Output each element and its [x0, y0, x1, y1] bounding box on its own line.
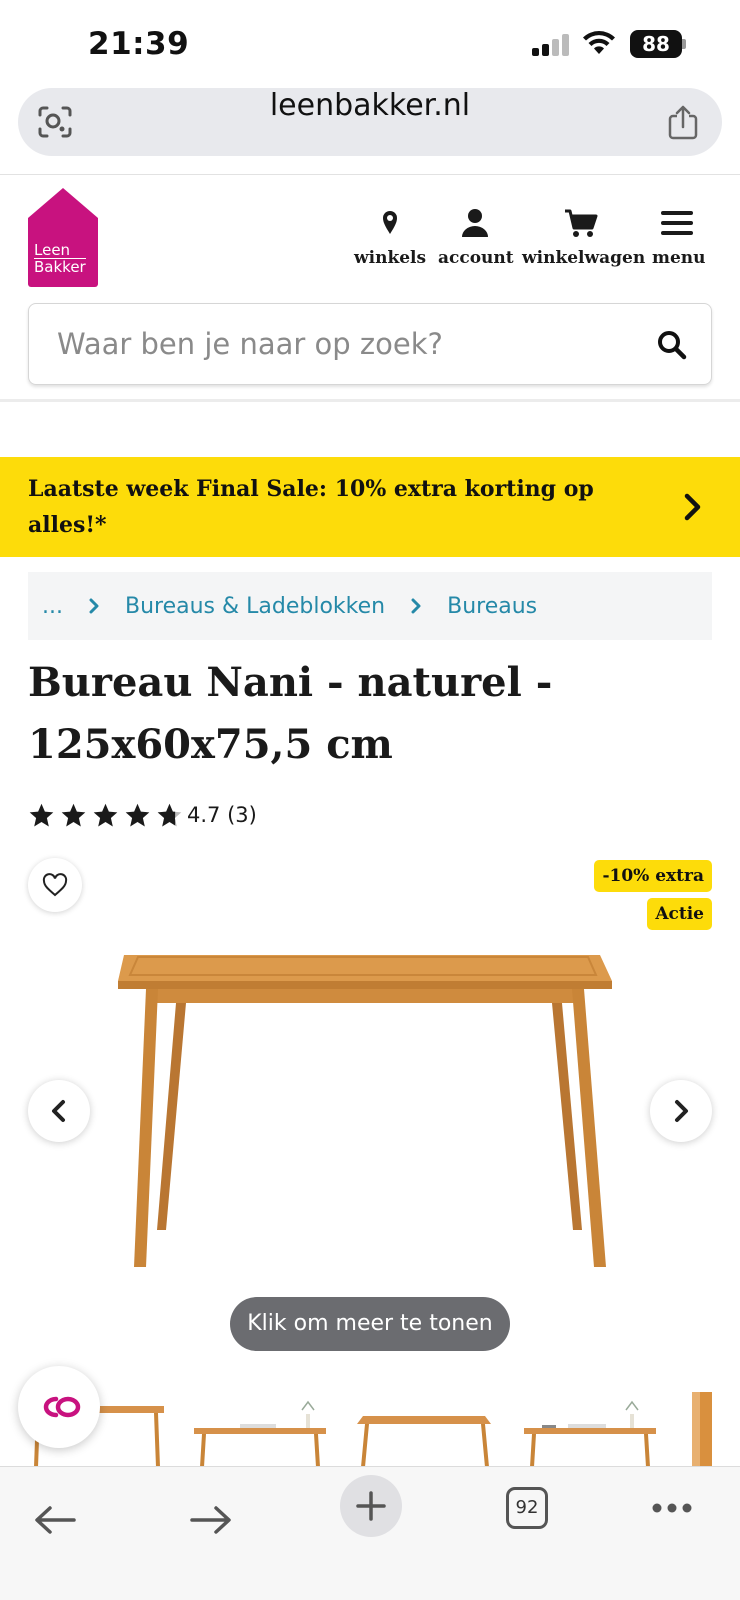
share-icon[interactable] [668, 104, 698, 140]
more-dots-icon[interactable] [652, 1503, 692, 1513]
discount-badge: -10% extra [594, 860, 712, 892]
nav-menu[interactable]: menu [652, 208, 706, 268]
product-rating[interactable]: 4.7 (3) [28, 800, 257, 830]
gallery-next-button[interactable] [650, 1080, 712, 1142]
promo-badge: Actie [647, 898, 712, 930]
location-pin-icon [383, 211, 397, 234]
show-more-button[interactable]: Klik om meer te tonen [230, 1297, 510, 1351]
favorite-button[interactable] [28, 858, 82, 912]
product-image-desk[interactable] [110, 945, 630, 1275]
user-icon [462, 209, 488, 237]
status-time: 21:39 [88, 26, 190, 62]
chevron-right-icon [89, 598, 99, 614]
breadcrumb-item-bureaus[interactable]: Bureaus [447, 594, 537, 619]
rating-score: 4.7 (3) [187, 803, 257, 827]
breadcrumb: ... Bureaus & Ladeblokken Bureaus [28, 572, 712, 640]
chat-button[interactable] [18, 1366, 100, 1448]
new-tab-button[interactable] [340, 1475, 402, 1537]
wifi-icon [583, 31, 615, 54]
browser-toolbar: 92 [0, 1466, 740, 1600]
nav-menu-label: menu [652, 248, 706, 268]
promo-banner-text: Laatste week Final Sale: 10% extra korti… [28, 476, 594, 538]
logo-text-leen: Leen [34, 241, 71, 259]
battery-icon: 88 [630, 30, 686, 58]
nav-stores[interactable]: winkels [354, 208, 426, 268]
star-icon [125, 803, 150, 827]
nav-stores-label: winkels [354, 248, 427, 268]
divider [0, 399, 740, 402]
nav-cart-label: winkelwagen [522, 248, 646, 268]
heart-icon [42, 873, 68, 897]
nav-cart[interactable]: winkelwagen [522, 208, 646, 268]
plus-icon [356, 1491, 386, 1521]
product-title: Bureau Nani - naturel - 125x60x75,5 cm [28, 659, 553, 768]
breadcrumb-ellipsis[interactable]: ... [42, 594, 63, 619]
thumbnail-2[interactable] [190, 1392, 330, 1467]
battery-level: 88 [630, 30, 682, 58]
address-bar[interactable]: leenbakker.nl [18, 88, 722, 156]
search-input[interactable] [57, 304, 637, 384]
cart-icon [565, 209, 598, 237]
search-box[interactable] [28, 303, 712, 385]
search-icon[interactable] [657, 330, 687, 360]
divider [0, 174, 740, 175]
status-bar: 21:39 88 [0, 0, 740, 86]
chevron-left-icon [52, 1100, 65, 1122]
thumbnail-5[interactable] [692, 1392, 712, 1467]
thumbnail-4[interactable] [520, 1392, 660, 1467]
chevron-right-icon [684, 493, 701, 521]
tab-switcher-button[interactable]: 92 [506, 1487, 548, 1529]
star-partial-icon [157, 803, 182, 827]
promo-banner[interactable]: Laatste week Final Sale: 10% extra korti… [0, 457, 740, 557]
rating-stars [28, 802, 183, 829]
leen-bakker-logo[interactable]: Leen Bakker [28, 188, 98, 288]
breadcrumb-item-bureaus-ladeblokken[interactable]: Bureaus & Ladeblokken [125, 594, 385, 619]
star-icon [61, 803, 86, 827]
nav-account[interactable]: account [438, 208, 514, 268]
chevron-right-icon [675, 1100, 688, 1122]
nav-account-label: account [438, 248, 514, 268]
chat-logo-icon [43, 1396, 81, 1418]
signal-icon [532, 34, 572, 56]
chevron-right-icon [411, 598, 421, 614]
star-icon [93, 803, 118, 827]
back-arrow-icon[interactable] [34, 1505, 76, 1535]
gallery-prev-button[interactable] [28, 1080, 90, 1142]
logo-text-bakker: Bakker [34, 258, 86, 276]
hamburger-menu-icon [661, 211, 693, 235]
url-text: leenbakker.nl [269, 88, 471, 123]
forward-arrow-icon[interactable] [190, 1505, 232, 1535]
thumbnail-3[interactable] [355, 1392, 495, 1467]
star-icon [29, 803, 54, 827]
